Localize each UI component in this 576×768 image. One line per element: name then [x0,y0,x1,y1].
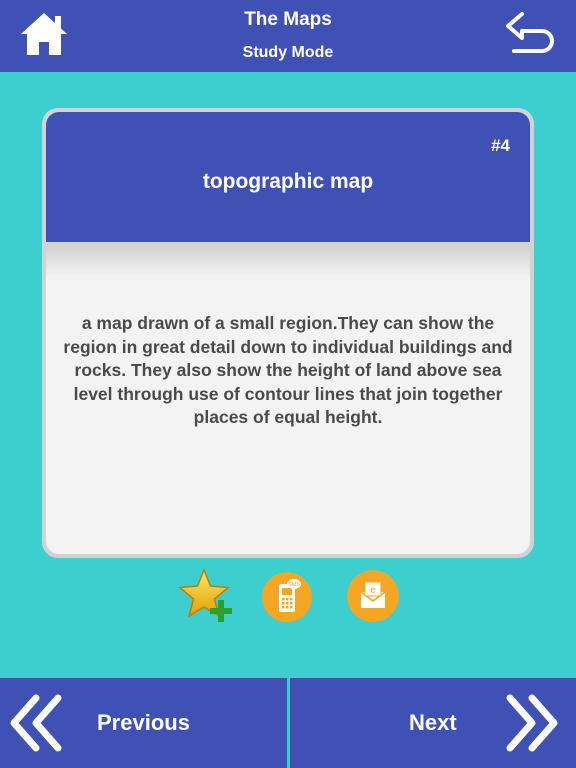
previous-label: Previous [97,710,190,735]
double-chevron-right-icon [506,694,558,752]
mode-subtitle: Study Mode [242,44,334,61]
flashcard[interactable]: #4 topographic map a map drawn of a smal… [46,112,530,554]
card-definition: a map drawn of a small region.They can s… [63,313,513,427]
next-button[interactable]: Next [290,678,576,768]
star-add-icon [178,568,232,622]
card-term: topographic map [202,170,374,193]
flashcard-header: #4 topographic map [46,112,530,242]
back-button[interactable] [502,8,560,58]
sms-button[interactable]: SMS [262,572,312,622]
card-number: #4 [491,136,510,155]
bottom-nav: Previous Next [0,678,576,768]
next-label: Next [409,710,457,735]
double-chevron-left-icon [10,694,62,752]
top-bar: The Maps Study Mode [0,0,576,72]
flashcard-frame: #4 topographic map a map drawn of a smal… [42,108,534,558]
email-button[interactable]: e [347,570,399,622]
app-title: The Maps [244,9,332,30]
email-badge: e [370,585,376,596]
email-icon: e [360,581,386,608]
undo-arrow-icon [506,12,554,53]
sms-phone-icon: SMS [279,579,301,612]
card-shadow [46,242,530,278]
previous-button[interactable]: Previous [0,678,287,768]
sms-badge: SMS [288,582,300,588]
add-favorite-button[interactable] [178,568,236,624]
